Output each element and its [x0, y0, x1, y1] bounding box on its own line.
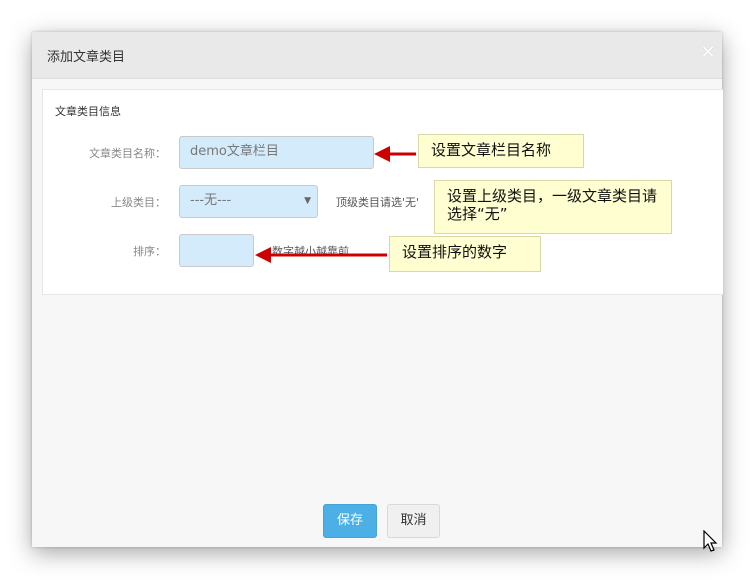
sort-order-input[interactable]: [179, 234, 254, 267]
mouse-pointer-icon: [703, 530, 718, 552]
panel-title: 文章类目信息: [55, 105, 121, 118]
order-label: 排序：: [133, 245, 166, 258]
category-name-input[interactable]: demo文章栏目: [179, 136, 374, 169]
save-button[interactable]: 保存: [323, 504, 377, 538]
screen: 添加文章类目 ✕ 文章类目信息 文章类目名称： demo文章栏目 上级类目： -…: [0, 0, 754, 580]
cancel-button[interactable]: 取消: [387, 504, 440, 538]
dialog-header: 添加文章类目 ✕: [32, 32, 722, 79]
chevron-down-icon: ▼: [304, 196, 311, 206]
parent-hint: 顶级类目请选'无': [336, 196, 420, 209]
callout-order: 设置排序的数字: [389, 236, 541, 272]
add-category-dialog: 添加文章类目 ✕ 文章类目信息 文章类目名称： demo文章栏目 上级类目： -…: [32, 32, 723, 547]
order-hint: 数字越小越靠前: [272, 245, 349, 258]
category-name-value: demo文章栏目: [190, 144, 279, 159]
callout-name: 设置文章栏目名称: [418, 134, 584, 168]
name-label: 文章类目名称：: [89, 147, 166, 160]
parent-category-select[interactable]: ---无--- ▼: [179, 185, 318, 218]
callout-parent: 设置上级类目，一级文章类目请选择“无”: [434, 180, 672, 234]
dialog-title: 添加文章类目: [47, 50, 126, 65]
parent-label: 上级类目：: [111, 196, 166, 209]
parent-category-selected: ---无---: [190, 193, 232, 208]
close-icon[interactable]: ✕: [700, 44, 716, 62]
